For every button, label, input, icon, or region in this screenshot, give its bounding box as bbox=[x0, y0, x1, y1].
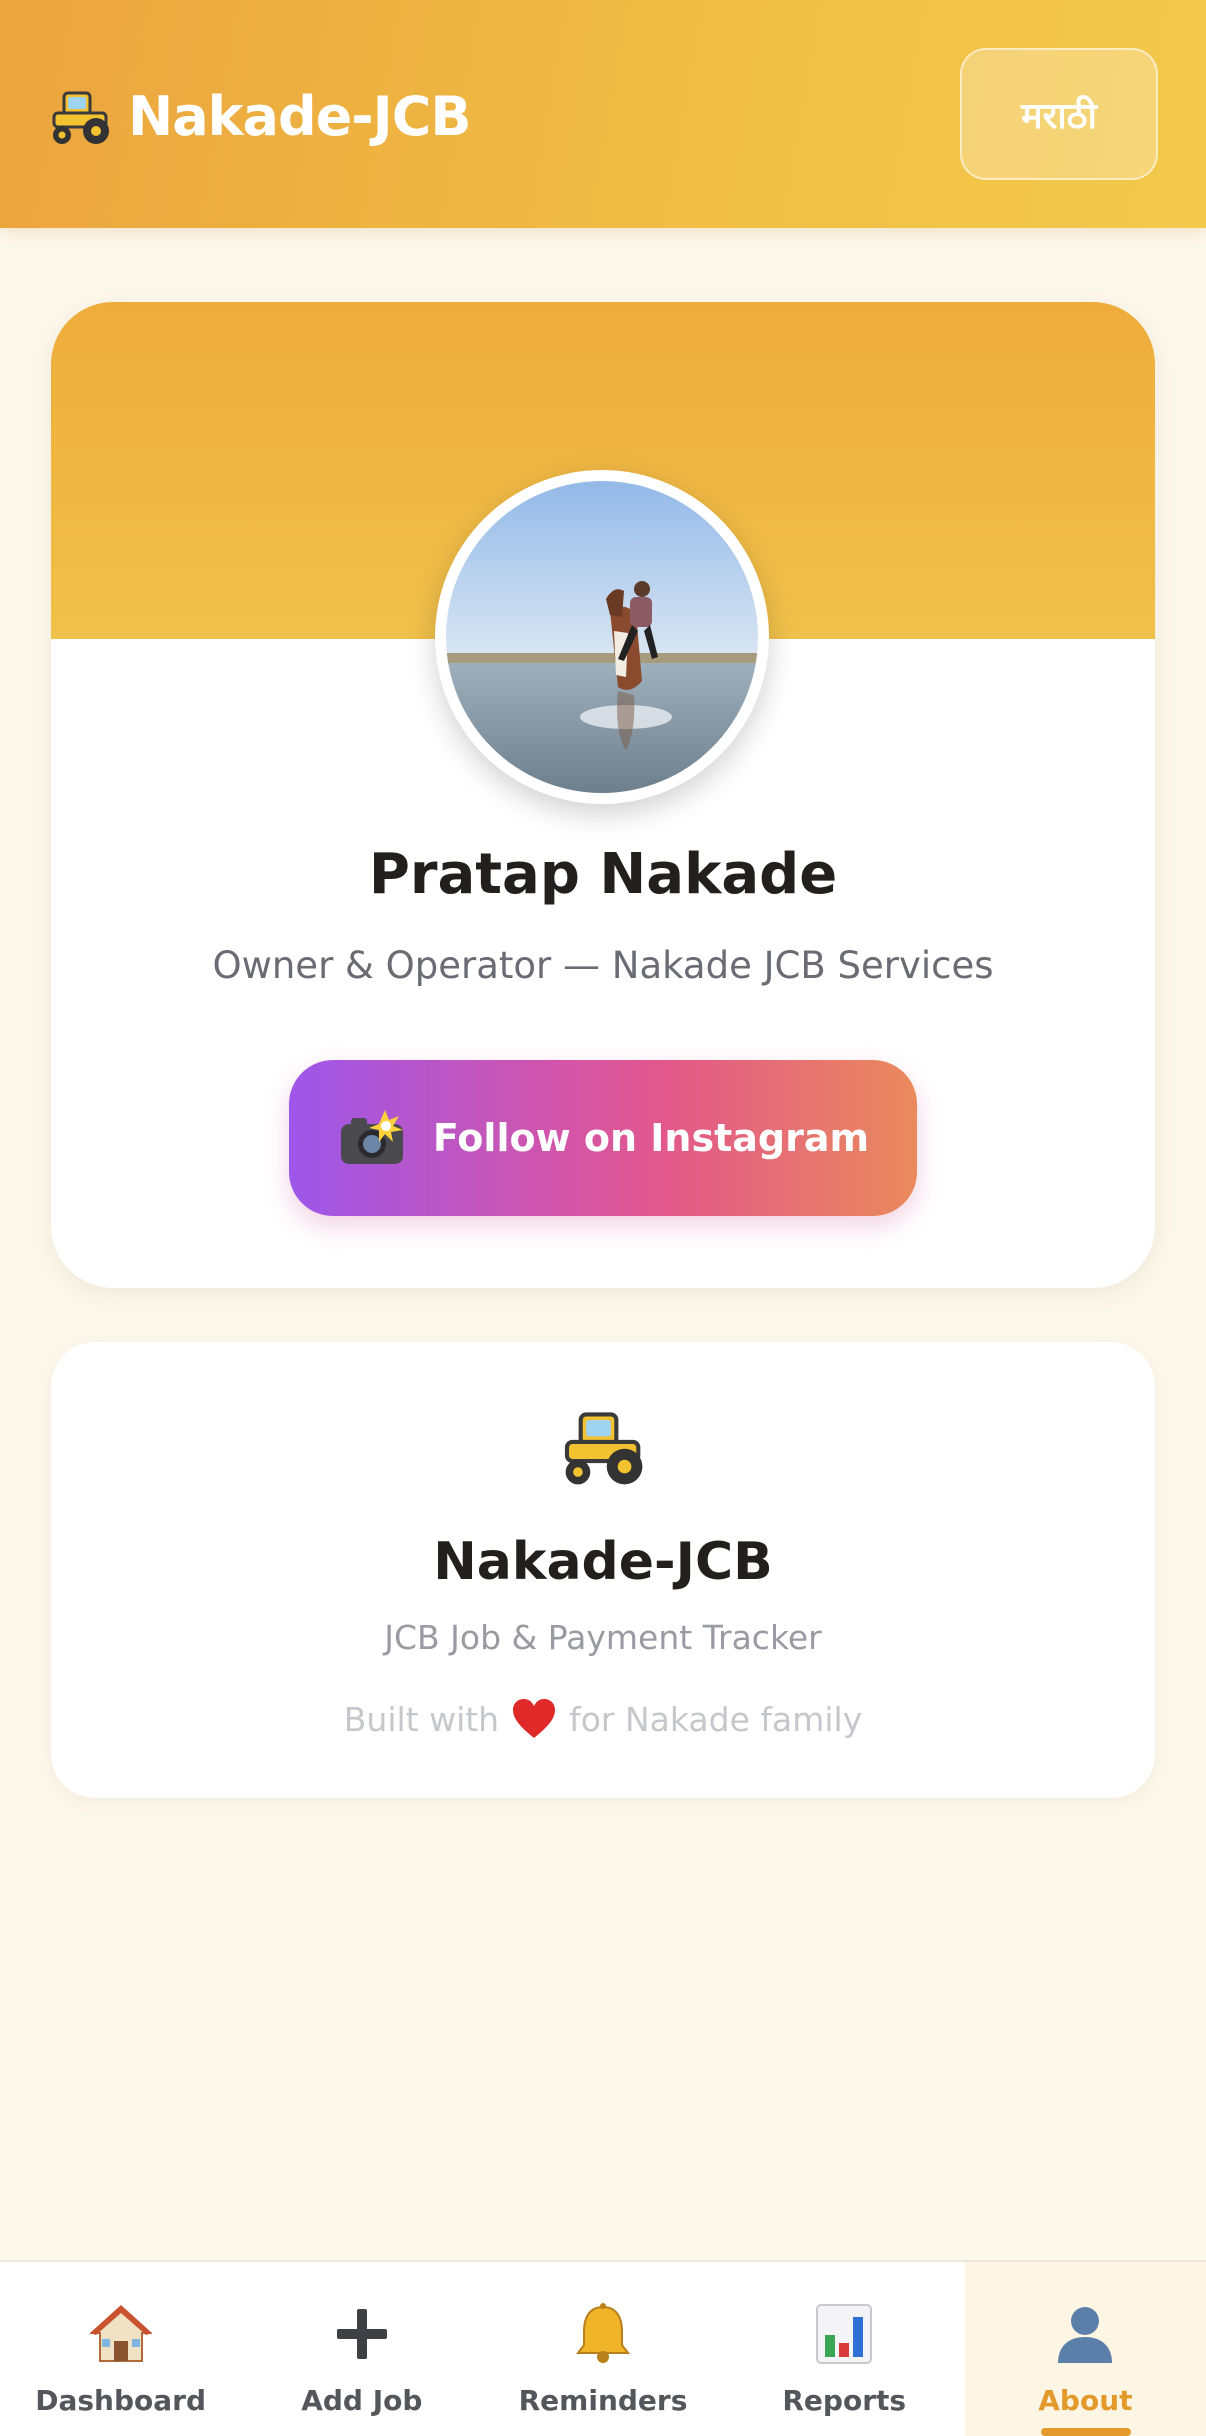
person-icon bbox=[1052, 2298, 1118, 2370]
profile-name: Pratap Nakade bbox=[368, 842, 838, 907]
app-info-description: JCB Job & Payment Tracker bbox=[384, 1618, 822, 1657]
app-info-credit: Built with for Nakade family bbox=[51, 1698, 1155, 1740]
nav-label-about: About bbox=[1038, 2384, 1133, 2417]
heart-icon bbox=[511, 1698, 557, 1740]
nav-item-add-job[interactable]: Add Job bbox=[241, 2262, 482, 2436]
profile-card: Pratap Nakade Owner & Operator — Nakade … bbox=[51, 302, 1155, 1288]
bell-icon bbox=[570, 2298, 636, 2370]
nav-item-reminders[interactable]: Reminders bbox=[482, 2262, 723, 2436]
profile-role: Owner & Operator — Nakade JCB Services bbox=[212, 944, 994, 987]
plus-icon bbox=[329, 2298, 395, 2370]
instagram-button-label: Follow on Instagram bbox=[432, 1116, 870, 1160]
house-icon bbox=[88, 2298, 154, 2370]
nav-item-dashboard[interactable]: Dashboard bbox=[0, 2262, 241, 2436]
nav-label-reminders: Reminders bbox=[518, 2384, 688, 2417]
nav-item-about[interactable]: About bbox=[964, 2262, 1206, 2436]
nav-label-add-job: Add Job bbox=[301, 2384, 423, 2417]
tractor-icon bbox=[556, 1402, 652, 1490]
app-info-name: Nakade-JCB bbox=[433, 1532, 773, 1592]
camera-flash-icon bbox=[337, 1108, 407, 1168]
app-brand: Nakade-JCB bbox=[46, 80, 472, 152]
credit-text-after: for Nakade family bbox=[569, 1699, 863, 1739]
profile-photo bbox=[446, 481, 758, 793]
active-tab-indicator bbox=[1040, 2428, 1131, 2436]
bottom-nav: Dashboard Add Job Reminders Reports Abou… bbox=[0, 2260, 1206, 2436]
tractor-icon bbox=[46, 85, 116, 147]
bar-chart-icon bbox=[811, 2298, 877, 2370]
instagram-follow-button[interactable]: Follow on Instagram bbox=[289, 1060, 917, 1216]
language-toggle-button[interactable]: मराठी bbox=[960, 48, 1158, 180]
app-title: Nakade-JCB bbox=[128, 84, 472, 148]
nav-label-dashboard: Dashboard bbox=[35, 2384, 206, 2417]
credit-text-before: Built with bbox=[343, 1699, 500, 1739]
nav-item-reports[interactable]: Reports bbox=[724, 2262, 965, 2436]
app-header: Nakade-JCB मराठी bbox=[0, 0, 1206, 228]
nav-label-reports: Reports bbox=[782, 2384, 907, 2417]
app-info-card: Nakade-JCB JCB Job & Payment Tracker Bui… bbox=[51, 1342, 1155, 1798]
avatar bbox=[435, 470, 769, 804]
